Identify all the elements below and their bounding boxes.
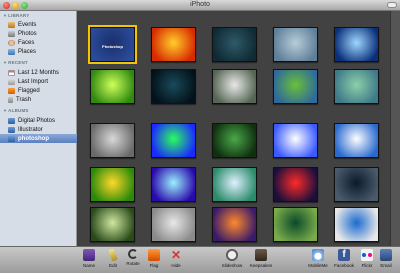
flickr-icon	[361, 249, 373, 261]
calendar-icon	[8, 69, 15, 76]
photo-thumbnail[interactable]	[90, 123, 135, 158]
photo-thumbnail[interactable]	[334, 69, 379, 104]
album-icon	[8, 135, 15, 142]
source-list-sidebar: ▼LIBRARY Events Photos Faces Places ▼REC…	[0, 11, 77, 246]
sidebar-item-trash[interactable]: Trash	[0, 95, 77, 104]
email-button[interactable]: Email	[378, 249, 394, 273]
import-icon	[8, 78, 15, 85]
photo-thumbnail[interactable]	[273, 27, 318, 62]
photo-thumbnail[interactable]	[151, 27, 196, 62]
photo-thumbnail[interactable]	[273, 167, 318, 202]
flag-icon	[8, 87, 15, 94]
mobileme-icon	[312, 249, 324, 261]
bottom-toolbar: Name Edit Rotate Flag ✕ Hide Slideshow Ke…	[0, 246, 400, 273]
name-icon	[83, 249, 95, 261]
title-bar: iPhoto	[0, 0, 400, 11]
edit-button[interactable]: Edit	[105, 248, 121, 273]
sidebar-item-flagged[interactable]: Flagged	[0, 86, 77, 95]
section-heading-library[interactable]: ▼LIBRARY	[3, 13, 29, 18]
sidebar-item-photoshop[interactable]: photoshop	[0, 134, 77, 143]
toolbar-toggle-button[interactable]	[387, 2, 397, 8]
name-button[interactable]: Name	[81, 249, 97, 273]
sidebar-item-digital-photos[interactable]: Digital Photos	[0, 116, 77, 125]
events-icon	[8, 21, 15, 28]
flag-icon	[148, 249, 160, 261]
hide-icon: ✕	[170, 248, 182, 262]
keepsakes-icon	[255, 249, 267, 261]
rotate-icon	[128, 249, 138, 259]
sidebar-item-events[interactable]: Events	[0, 20, 77, 29]
section-heading-recent[interactable]: ▼RECENT	[3, 60, 28, 65]
disclosure-triangle-icon[interactable]: ▼	[3, 108, 7, 113]
window-title: iPhoto	[190, 1, 210, 8]
sidebar-item-last-12-months[interactable]: Last 12 Months	[0, 68, 77, 77]
facebook-icon: f	[338, 249, 350, 261]
section-heading-albums[interactable]: ▼ALBUMS	[3, 108, 29, 113]
sidebar-item-photos[interactable]: Photos	[0, 29, 77, 38]
slideshow-icon	[226, 249, 238, 261]
photo-thumbnail[interactable]	[151, 69, 196, 104]
photo-thumbnail[interactable]	[90, 69, 135, 104]
sidebar-item-illustrator[interactable]: Illustrator	[0, 125, 77, 134]
places-icon	[8, 48, 15, 55]
sidebar-item-places[interactable]: Places	[0, 47, 77, 56]
photo-thumbnail[interactable]	[151, 123, 196, 158]
photo-thumbnail[interactable]	[90, 207, 135, 242]
faces-icon	[8, 39, 15, 46]
vertical-scrollbar[interactable]	[390, 11, 400, 246]
photo-thumbnail[interactable]	[273, 207, 318, 242]
album-icon	[8, 126, 15, 133]
photo-thumbnail[interactable]	[334, 27, 379, 62]
trash-icon	[8, 96, 13, 103]
hide-button[interactable]: ✕ Hide	[168, 249, 184, 273]
photo-thumbnail[interactable]	[151, 207, 196, 242]
edit-icon	[108, 248, 118, 262]
photo-thumbnail[interactable]	[334, 123, 379, 158]
thumbnail-caption: Photoshop	[102, 44, 123, 49]
album-icon	[8, 117, 15, 124]
email-icon	[380, 249, 392, 261]
disclosure-triangle-icon[interactable]: ▼	[3, 60, 7, 65]
flag-button[interactable]: Flag	[146, 249, 162, 273]
photo-thumbnail[interactable]	[212, 69, 257, 104]
slideshow-button[interactable]: Slideshow	[220, 249, 244, 273]
photo-thumbnail[interactable]: Photoshop	[88, 25, 137, 64]
photos-icon	[8, 30, 15, 37]
photo-thumbnail[interactable]	[334, 207, 379, 242]
photo-thumbnail[interactable]	[212, 207, 257, 242]
photo-thumbnail[interactable]	[151, 167, 196, 202]
disclosure-triangle-icon[interactable]: ▼	[3, 13, 7, 18]
photo-thumbnail[interactable]	[334, 167, 379, 202]
keepsakes-button[interactable]: Keepsakes	[248, 249, 274, 273]
mobileme-button[interactable]: MobileMe	[306, 249, 330, 273]
photo-thumbnail[interactable]	[273, 123, 318, 158]
sidebar-item-faces[interactable]: Faces	[0, 38, 77, 47]
photo-thumbnail[interactable]	[212, 167, 257, 202]
photo-thumbnail[interactable]	[212, 123, 257, 158]
rotate-button[interactable]: Rotate	[124, 249, 142, 273]
photo-thumbnail[interactable]	[273, 69, 318, 104]
facebook-button[interactable]: f Facebook	[332, 249, 356, 273]
photo-thumbnail[interactable]	[212, 27, 257, 62]
flickr-button[interactable]: Flickr	[359, 249, 375, 273]
sidebar-item-last-import[interactable]: Last Import	[0, 77, 77, 86]
photo-thumbnail[interactable]	[90, 167, 135, 202]
